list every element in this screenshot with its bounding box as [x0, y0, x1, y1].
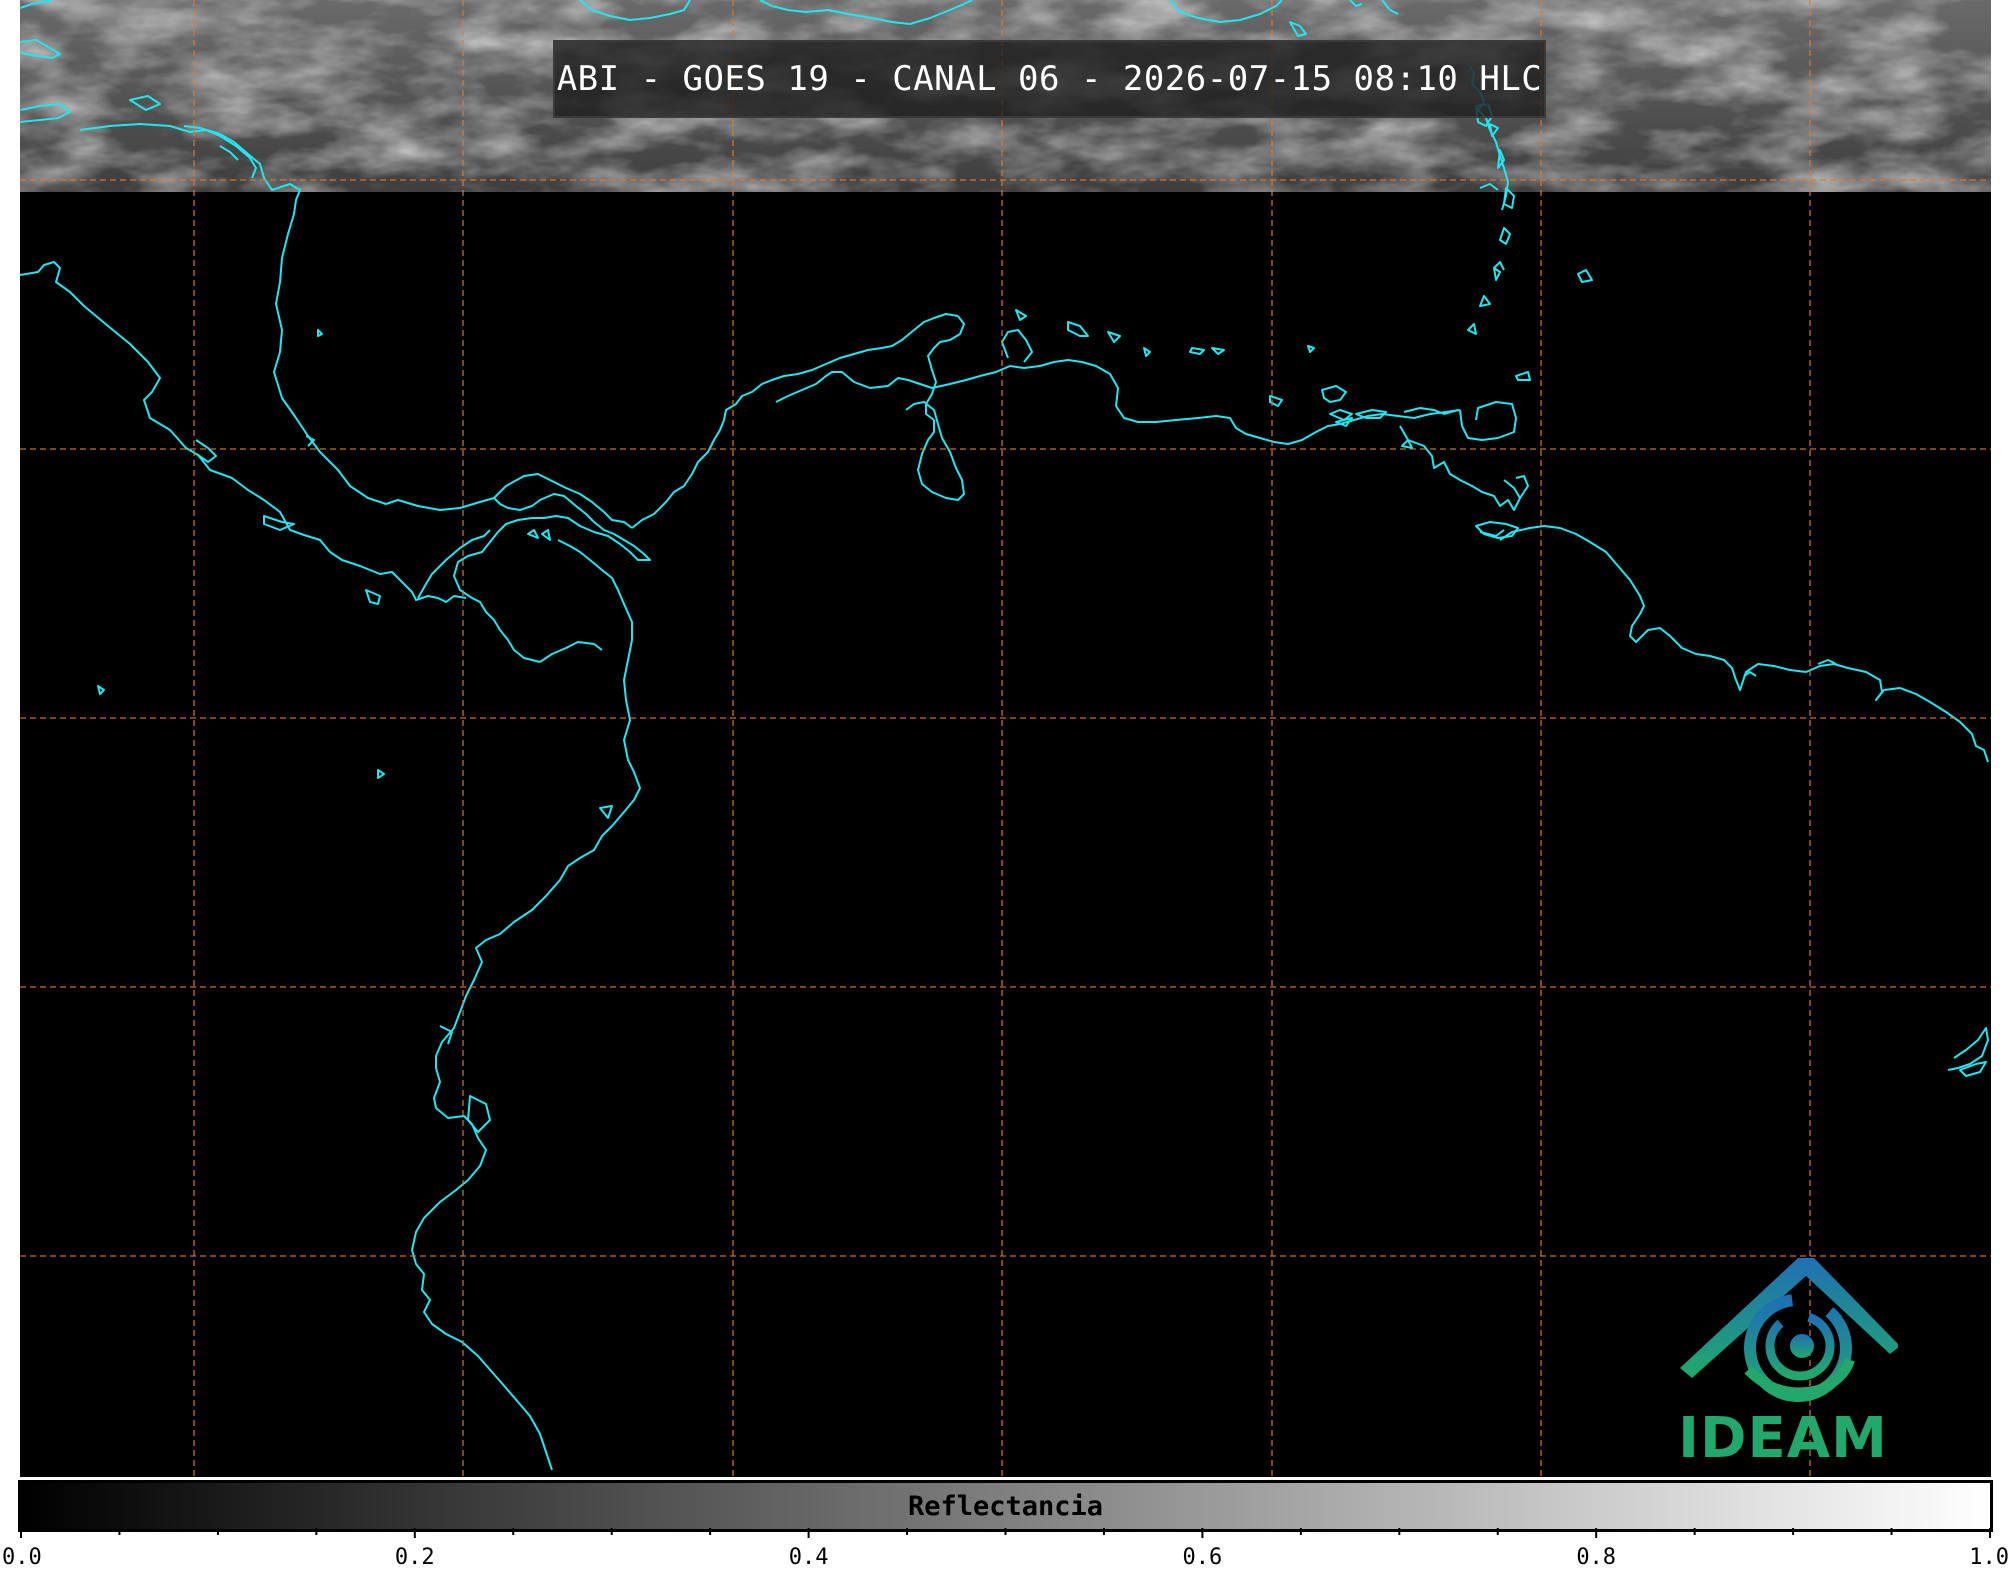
- title-box: ABI - GOES 19 - CANAL 06 - 2026-07-15 08…: [553, 40, 1546, 118]
- satellite-map: ABI - GOES 19 - CANAL 06 - 2026-07-15 08…: [20, 0, 1991, 1477]
- colorbar-ticks: 0.0 0.2 0.4 0.6 0.8 1.0: [2, 1528, 2009, 1570]
- colorbar-tick-label: 0.8: [1576, 1545, 1616, 1570]
- logo-wordmark: IDEAM: [1678, 1406, 1888, 1471]
- colorbar-tick-label: 0.6: [1183, 1545, 1223, 1570]
- colorbar-gradient: Reflectancia: [18, 1480, 1993, 1532]
- satellite-image-viewer: ABI - GOES 19 - CANAL 06 - 2026-07-15 08…: [0, 0, 2011, 1577]
- colorbar-tick-label: 0.0: [2, 1545, 42, 1570]
- image-title: ABI - GOES 19 - CANAL 06 - 2026-07-15 08…: [556, 59, 1543, 99]
- colorbar-label: Reflectancia: [907, 1490, 1104, 1522]
- ideam-swirl-mountain-icon: [1680, 1258, 1900, 1402]
- colorbar-tick-label: 0.2: [395, 1545, 435, 1570]
- colorbar-tick-label: 0.4: [789, 1545, 829, 1570]
- ideam-logo: IDEAM: [1668, 1250, 1900, 1475]
- colorbar: Reflectancia: [18, 1478, 1993, 1534]
- colorbar-tick-label: 1.0: [1969, 1545, 2009, 1570]
